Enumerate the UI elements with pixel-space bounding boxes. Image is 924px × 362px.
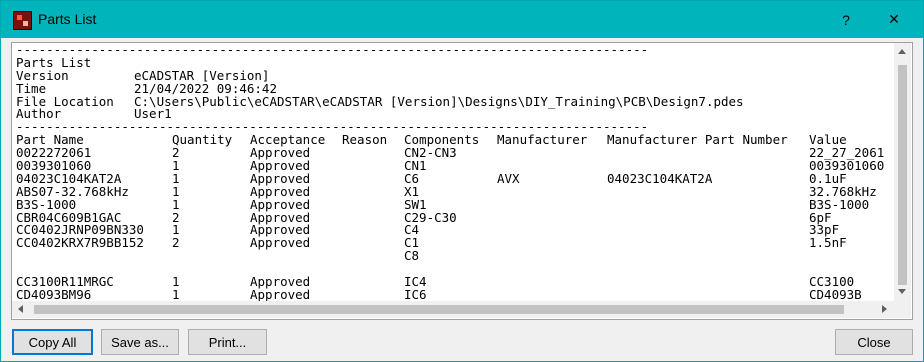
table-cell: 04023C104KAT2A — [607, 170, 713, 186]
parts-list-dialog: Parts List ? ✕ -------------------------… — [0, 0, 924, 362]
vertical-scrollbar[interactable] — [894, 43, 911, 301]
ecadstar-app-icon — [13, 11, 32, 30]
vertical-scroll-thumb[interactable] — [898, 65, 907, 285]
table-row: CD4093BM96 1 Approved IC6 CD4093B — [16, 288, 892, 301]
table-row: C8 — [16, 248, 892, 264]
separator-line: ----------------------------------------… — [16, 43, 892, 57]
table-cell: 1.5nF — [809, 235, 847, 251]
table-cell: C8 — [404, 248, 420, 264]
table-cell: 2 — [172, 235, 180, 251]
text-viewport: ----------------------------------------… — [12, 43, 892, 301]
table-cell: AVX — [497, 170, 520, 186]
column-header: Quantity — [172, 132, 233, 148]
title-bar: Parts List ? ✕ — [1, 1, 923, 38]
close-button[interactable]: Close — [835, 329, 913, 355]
scroll-up-arrow-icon[interactable] — [898, 49, 906, 54]
header-field-value: C:\Users\Public\eCADSTAR\eCADSTAR [Versi… — [134, 93, 744, 109]
table-row: CC3100R11MRGC 1 Approved IC4 CC3100 — [16, 275, 892, 289]
report-text: ----------------------------------------… — [16, 43, 892, 301]
scroll-left-arrow-icon[interactable] — [18, 305, 23, 313]
table-cell: CC0402KRX7R9BB152 — [16, 235, 144, 251]
separator-text: ----------------------------------------… — [16, 43, 649, 57]
table-row: CC0402JRNP09BN330 1 Approved C4 33pF — [16, 224, 892, 237]
scroll-down-arrow-icon[interactable] — [898, 289, 906, 294]
table-row: ABS07-32.768kHz 1 Approved X1 32.768kHz — [16, 185, 892, 199]
scrollbar-corner — [894, 301, 911, 318]
horizontal-scrollbar[interactable] — [12, 301, 894, 318]
parts-list-text-area[interactable]: ----------------------------------------… — [11, 42, 913, 320]
table-row: CC0402KRX7R9BB152 2 Approved C1 1.5nF — [16, 235, 892, 251]
table-row: 0022272061 2 Approved CN2-CN3 22_27_2061 — [16, 146, 892, 160]
column-header: Manufacturer Part Number — [607, 132, 788, 148]
table-row — [16, 263, 892, 276]
column-header: Manufacturer — [497, 132, 588, 148]
table-cell: Approved — [250, 235, 311, 251]
scroll-right-arrow-icon[interactable] — [882, 305, 887, 313]
print-button[interactable]: Print... — [188, 329, 267, 355]
copy-all-button[interactable]: Copy All — [12, 329, 93, 355]
table-row: 0039301060 1 Approved CN1 0039301060 — [16, 159, 892, 173]
window-title: Parts List — [38, 11, 97, 27]
save-as-button[interactable]: Save as... — [101, 329, 179, 355]
close-icon[interactable]: ✕ — [871, 1, 917, 38]
help-button[interactable]: ? — [823, 1, 869, 38]
column-header: Reason — [342, 132, 388, 148]
horizontal-scroll-thumb[interactable] — [34, 305, 844, 314]
table-row: CBR04C609B1GAC 2 Approved C29-C30 6pF — [16, 211, 892, 225]
table-row: 04023C104KAT2A 1 Approved C6 AVX 04023C104KAT… — [16, 170, 892, 186]
